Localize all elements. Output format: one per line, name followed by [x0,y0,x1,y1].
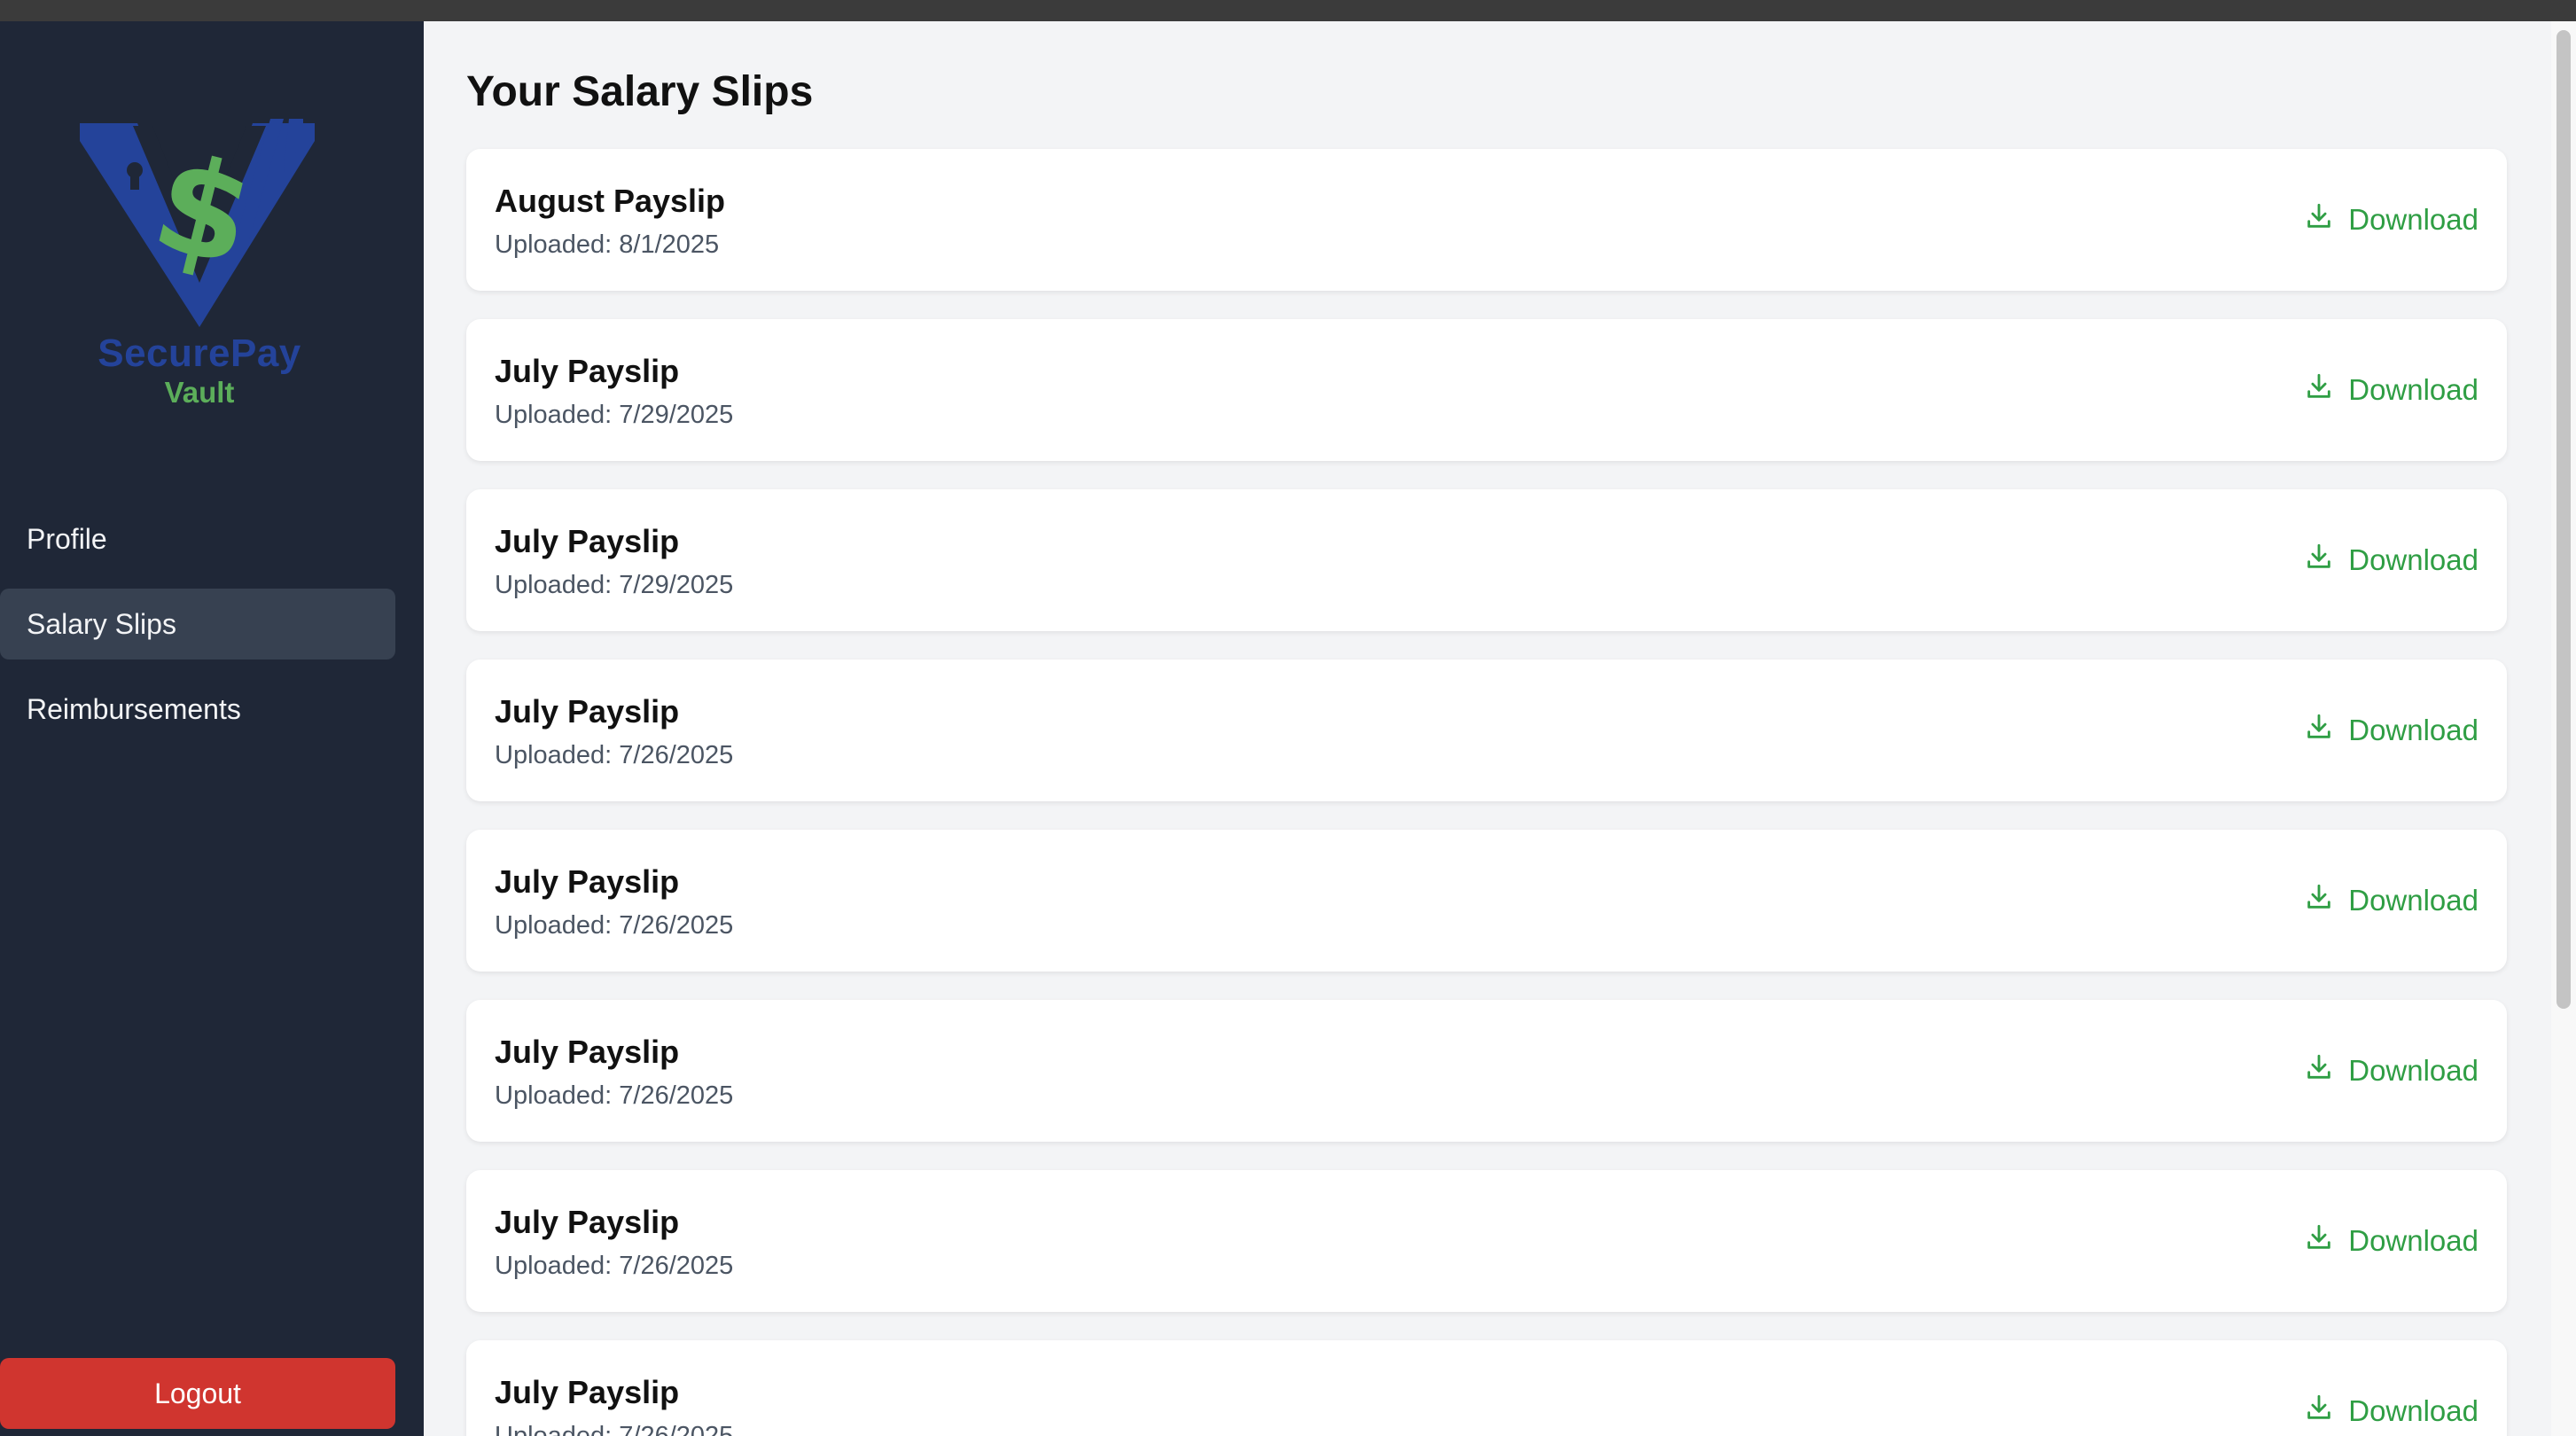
brand-subtitle: Vault [164,376,235,409]
download-label: Download [2348,1054,2478,1087]
download-button[interactable]: Download [2304,369,2478,411]
download-button[interactable]: Download [2304,1390,2478,1432]
slip-card: July Payslip Uploaded: 7/26/2025 Download [466,659,2507,801]
browser-toolbar [0,0,2576,21]
slip-card: August Payslip Uploaded: 8/1/2025 Download [466,149,2507,291]
main-content: Your Salary Slips August Payslip Uploaded… [424,21,2551,1436]
download-icon [2304,712,2348,749]
sidebar-item-reimbursements[interactable]: Reimbursements [0,674,395,745]
download-icon [2304,1393,2348,1430]
sidebar: $ SecurePay Vault Profile Salary Slips R… [0,21,424,1436]
slip-upload-date: Uploaded: 7/29/2025 [495,401,734,429]
sidebar-item-salary-slips[interactable]: Salary Slips [0,589,395,659]
download-label: Download [2348,714,2478,746]
slip-upload-date: Uploaded: 8/1/2025 [495,230,720,259]
slip-card: July Payslip Uploaded: 7/26/2025 Download [466,1000,2507,1142]
slip-upload-date: Uploaded: 7/29/2025 [495,571,734,599]
slip-title: July Payslip [495,353,680,389]
download-button[interactable]: Download [2304,709,2478,752]
download-icon [2304,1222,2348,1260]
download-label: Download [2348,203,2478,236]
download-label: Download [2348,373,2478,406]
download-label: Download [2348,543,2478,576]
slip-card: July Payslip Uploaded: 7/26/2025 Download [466,1170,2507,1312]
brand-name: SecurePay [98,332,301,375]
slip-card: July Payslip Uploaded: 7/29/2025 Download [466,489,2507,631]
slip-title: July Payslip [495,1374,680,1410]
download-icon [2304,882,2348,919]
download-label: Download [2348,1394,2478,1427]
download-button[interactable]: Download [2304,539,2478,581]
slip-title: August Payslip [495,183,726,219]
download-icon [2304,542,2348,579]
slip-upload-date: Uploaded: 7/26/2025 [495,911,734,940]
download-button[interactable]: Download [2304,1050,2478,1092]
download-label: Download [2348,1224,2478,1257]
slip-card: July Payslip Uploaded: 7/29/2025 Download [466,319,2507,461]
download-icon [2304,201,2348,238]
slip-upload-date: Uploaded: 7/26/2025 [495,1252,734,1280]
slip-card: July Payslip Uploaded: 7/26/2025 Download [466,1340,2507,1436]
slip-title: July Payslip [495,863,680,900]
download-icon [2304,1052,2348,1089]
scrollbar-thumb[interactable] [2556,30,2571,1009]
slip-title: July Payslip [495,1034,680,1070]
slip-upload-date: Uploaded: 7/26/2025 [495,1422,734,1436]
download-button[interactable]: Download [2304,879,2478,922]
securepay-vault-logo: $ SecurePay Vault [71,92,328,438]
slip-card: July Payslip Uploaded: 7/26/2025 Download [466,830,2507,972]
slip-upload-date: Uploaded: 7/26/2025 [495,1081,734,1110]
slip-title: July Payslip [495,1204,680,1240]
logout-button[interactable]: Logout [0,1358,395,1429]
shield-dollar-icon: $ [80,119,315,327]
download-button[interactable]: Download [2304,1220,2478,1262]
slip-upload-date: Uploaded: 7/26/2025 [495,741,734,769]
slip-title: July Payslip [495,693,680,730]
slip-title: July Payslip [495,523,680,559]
download-button[interactable]: Download [2304,199,2478,241]
sidebar-item-profile[interactable]: Profile [0,503,395,574]
download-icon [2304,371,2348,409]
download-label: Download [2348,884,2478,917]
page-title: Your Salary Slips [466,68,814,115]
